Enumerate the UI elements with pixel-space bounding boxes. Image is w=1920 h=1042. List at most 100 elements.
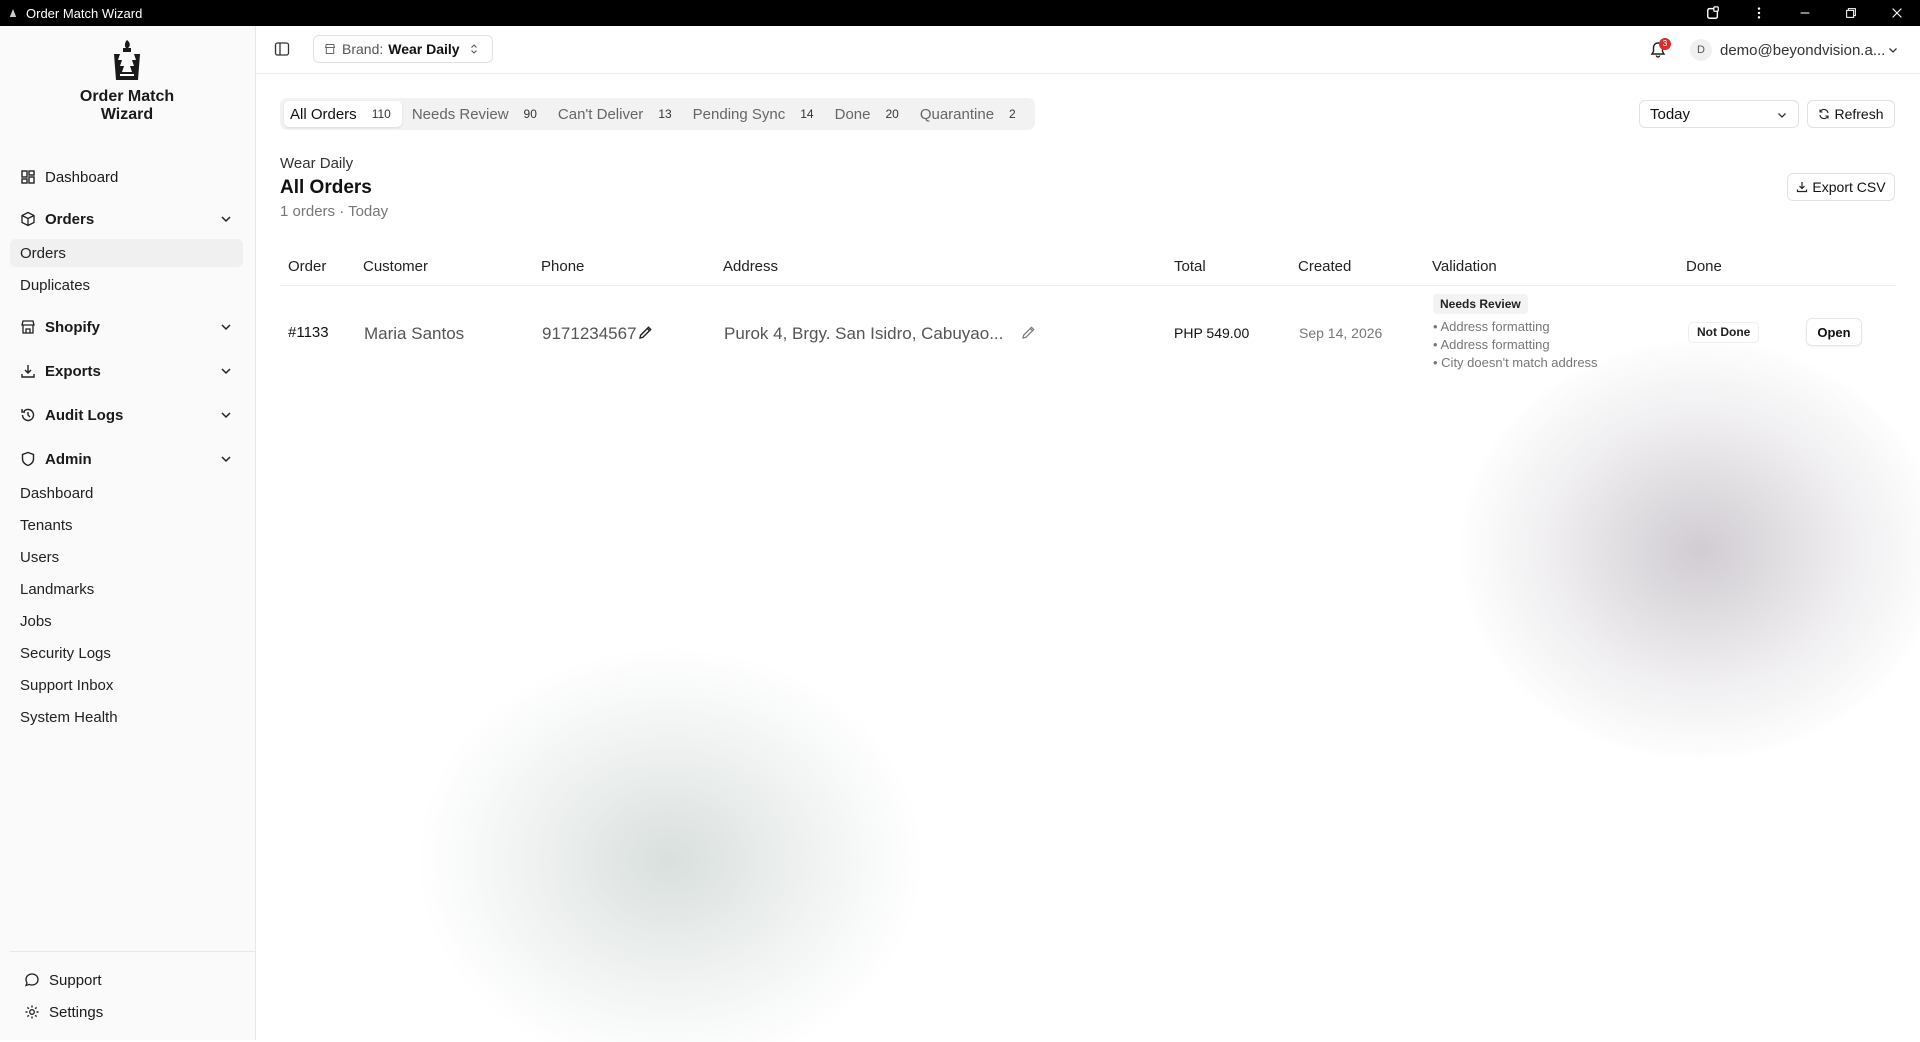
page-title: All Orders [280,177,372,198]
package-icon [21,211,35,227]
validation-issue: • Address formatting [1433,337,1550,352]
tab-count: 90 [523,107,537,121]
date-range-select[interactable]: Today [1639,100,1799,128]
refresh-label: Refresh [1834,106,1884,122]
tab-label: Needs Review [411,105,509,123]
sidebar-group-orders[interactable]: Orders [20,205,241,233]
column-header-order: Order [288,258,327,275]
notification-count-badge: 3 [1659,38,1671,50]
tab-count: 14 [800,107,814,121]
tab-all-orders[interactable]: All Orders 110 [284,101,402,127]
chevron-down-icon [221,368,231,375]
user-menu[interactable]: D demo@beyondvision.a... [1690,38,1899,62]
shield-icon [21,451,35,467]
validation-issue: • City doesn't match address [1433,355,1598,370]
extensions-icon[interactable] [1690,0,1736,26]
tab-quarantine[interactable]: Quarantine 2 [914,101,1027,127]
order-total: PHP 549.00 [1174,325,1250,341]
app-logo[interactable]: Order Match Wizard [72,38,182,123]
sidebar-toggle-icon[interactable] [274,41,290,57]
done-status-badge[interactable]: Not Done [1688,322,1760,343]
close-icon[interactable] [1874,0,1920,26]
sidebar-group-label: Exports [45,362,101,380]
sidebar-item-security-logs[interactable]: Security Logs [20,639,111,667]
breadcrumb[interactable]: Wear Daily [280,155,353,172]
tab-cant-deliver[interactable]: Can't Deliver 13 [552,101,683,127]
sidebar-item-tenants[interactable]: Tenants [20,511,73,539]
chevron-down-icon [221,324,231,331]
history-icon [21,408,35,422]
chevron-down-icon [1889,48,1898,53]
sidebar-item-admin-dashboard[interactable]: Dashboard [20,479,93,507]
sidebar-item-system-health[interactable]: System Health [20,703,118,731]
sidebar-item-label: Support [49,971,102,989]
date-range-value: Today [1650,105,1691,123]
status-tabs: All Orders 110 Needs Review 90 Can't Deliv… [280,98,1035,130]
sidebar-item-dashboard[interactable]: Dashboard [20,163,241,191]
sidebar-group-exports[interactable]: Exports [20,357,241,385]
sidebar-item-users[interactable]: Users [20,543,59,571]
tab-needs-review[interactable]: Needs Review 90 [406,101,548,127]
tab-label: Done [834,105,871,123]
export-label: Export CSV [1812,179,1886,195]
tab-count: 13 [658,107,672,121]
minimize-icon[interactable] [1782,0,1828,26]
page-subtitle: 1 orders · Today [280,203,389,220]
export-csv-button[interactable]: Export CSV [1787,173,1895,201]
chat-icon [24,973,39,987]
sidebar-item-orders[interactable]: Orders [10,239,243,267]
sidebar-footer-divider [10,951,255,952]
sidebar-group-shopify[interactable]: Shopify [20,313,241,341]
decorative-blob [420,650,920,1042]
sidebar-item-support[interactable]: Support [24,966,241,994]
column-header-done: Done [1686,258,1722,275]
edit-address-pencil-icon[interactable] [1021,325,1036,340]
chevron-up-down-icon [470,44,477,54]
sidebar-group-admin[interactable]: Admin [20,445,241,473]
tab-count: 110 [371,107,391,121]
wizard-logo-icon [114,40,140,80]
column-header-address: Address [723,258,779,275]
refresh-button[interactable]: Refresh [1807,100,1895,128]
logo-text-line1: Order Match [79,88,175,105]
more-menu-icon[interactable] [1736,0,1782,26]
dashboard-icon [21,170,35,184]
window-titlebar: Order Match Wizard [0,0,1920,26]
brand-value: Wear Daily [388,41,460,57]
sidebar: Order Match Wizard Dashboard Orders Orde… [0,26,256,1040]
sidebar-item-landmarks[interactable]: Landmarks [20,575,94,603]
sidebar-group-audit-logs[interactable]: Audit Logs [20,401,241,429]
tab-done[interactable]: Done 20 [829,101,910,127]
sidebar-item-support-inbox[interactable]: Support Inbox [20,671,113,699]
sidebar-group-label: Orders [45,210,95,228]
avatar: D [1690,39,1712,61]
chevron-down-icon [221,456,231,463]
download-icon [1797,182,1808,193]
refresh-icon [1819,108,1830,120]
sidebar-item-settings[interactable]: Settings [24,998,241,1026]
gear-icon [25,1005,39,1019]
tab-label: Can't Deliver [557,105,644,123]
order-number[interactable]: #1133 [288,324,329,341]
brand-selector[interactable]: Brand: Wear Daily [313,35,493,63]
tab-label: Quarantine [919,105,995,123]
store-icon [324,44,336,54]
chevron-down-icon [1778,113,1786,118]
column-header-phone: Phone [541,258,585,275]
phone-number: 9171234567 [542,324,637,343]
sidebar-item-jobs[interactable]: Jobs [20,607,52,635]
created-date: Sep 14, 2026 [1299,325,1383,341]
restore-icon[interactable] [1828,0,1874,26]
tab-label: Pending Sync [692,105,786,123]
sidebar-item-duplicates[interactable]: Duplicates [20,271,90,299]
tab-pending-sync[interactable]: Pending Sync 14 [687,101,825,127]
sidebar-group-label: Shopify [45,318,100,336]
column-header-customer: Customer [363,258,429,275]
store-icon [21,320,35,334]
tab-label: All Orders [290,105,357,123]
brand-label: Brand: [342,41,384,57]
validation-issue: • Address formatting [1433,319,1550,334]
open-order-button[interactable]: Open [1806,318,1862,346]
edit-phone-pencil-icon[interactable] [638,325,653,340]
customer-name: Maria Santos [364,324,465,343]
